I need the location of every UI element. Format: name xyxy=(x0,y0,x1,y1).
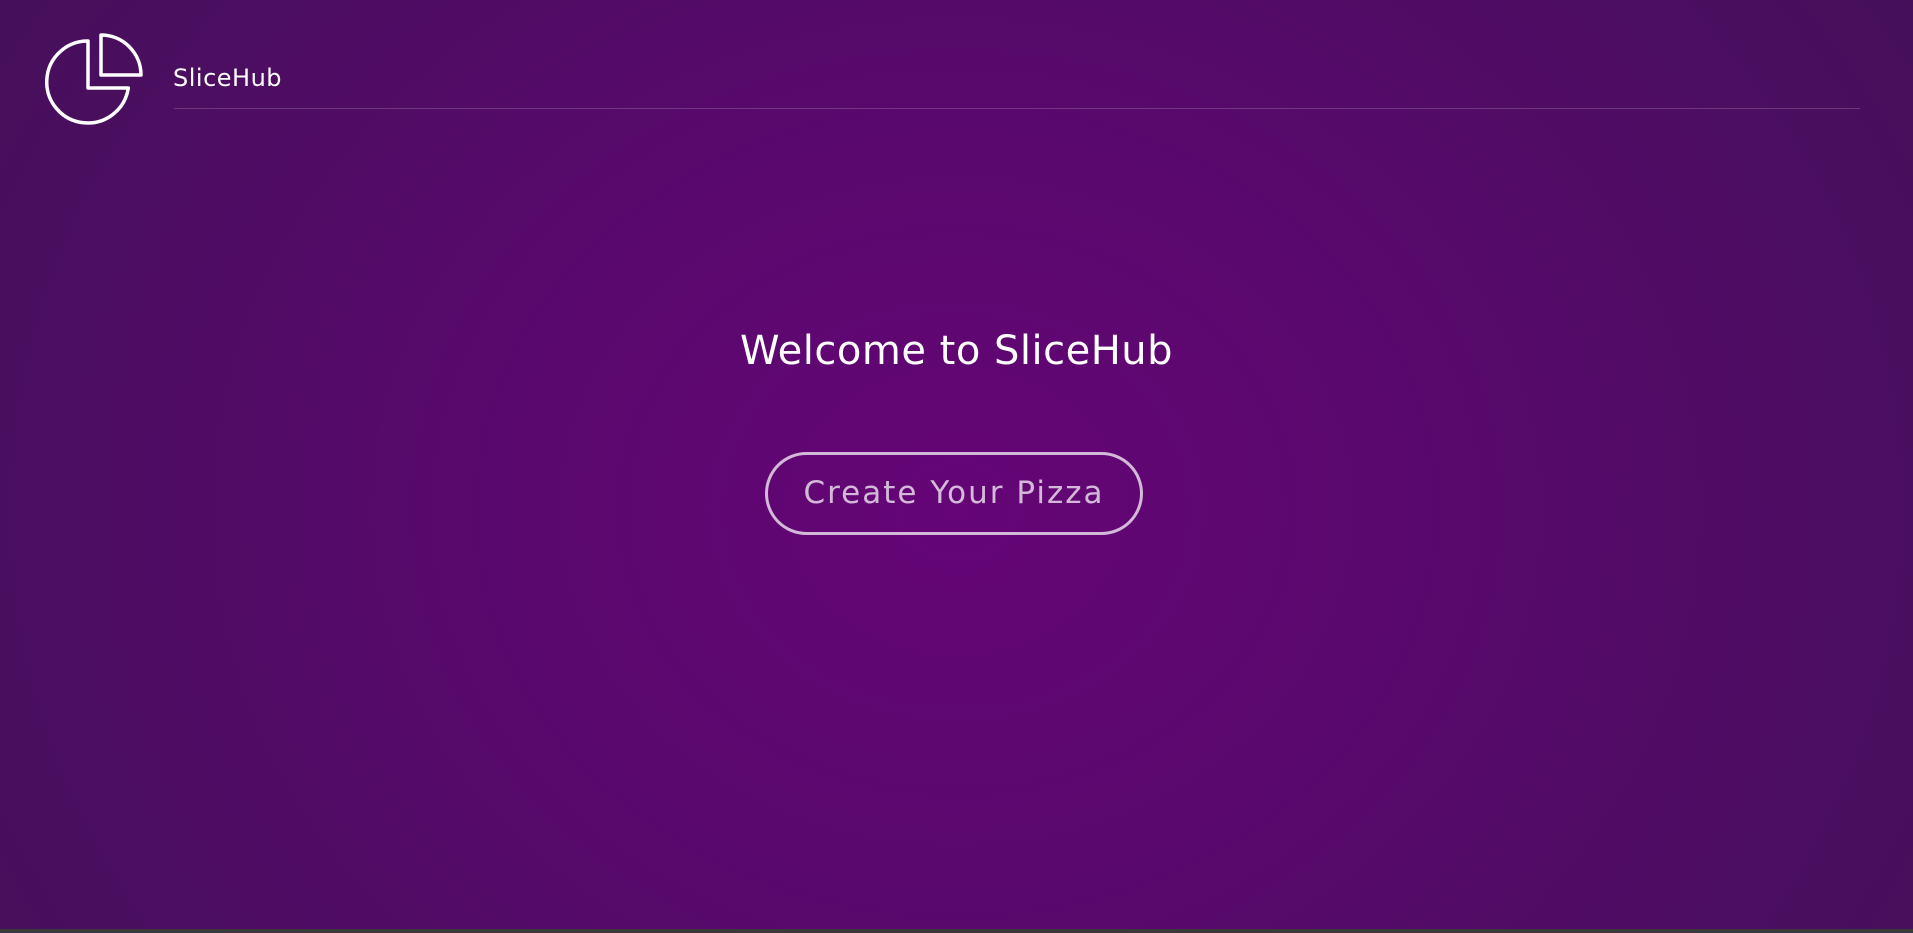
create-pizza-button[interactable]: Create Your Pizza xyxy=(765,452,1143,535)
page-title: Welcome to SliceHub xyxy=(739,328,1174,374)
brand-name[interactable]: SliceHub xyxy=(173,64,282,92)
window-bottom-edge xyxy=(0,929,1913,933)
pie-chart-icon[interactable] xyxy=(45,33,143,131)
header-divider xyxy=(174,108,1860,109)
app-window: SliceHub Welcome to SliceHub Create Your… xyxy=(0,0,1913,929)
